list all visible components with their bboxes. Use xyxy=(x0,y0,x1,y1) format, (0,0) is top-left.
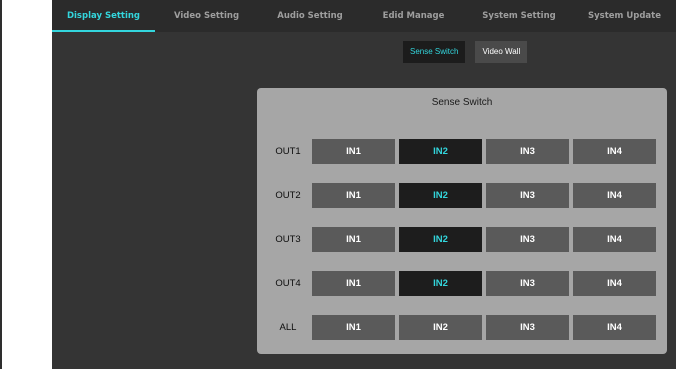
app-window: Display Setting Video Setting Audio Sett… xyxy=(52,0,676,369)
input-button-in2[interactable]: IN2 xyxy=(399,183,482,208)
input-button-in3[interactable]: IN3 xyxy=(486,271,569,296)
output-row-out1: OUT1 IN1 IN2 IN3 IN4 xyxy=(257,139,667,164)
input-button-in4[interactable]: IN4 xyxy=(573,183,656,208)
input-button-in3[interactable]: IN3 xyxy=(486,315,569,340)
input-button-in3[interactable]: IN3 xyxy=(486,139,569,164)
tab-audio-setting[interactable]: Audio Setting xyxy=(258,0,362,32)
tab-video-setting[interactable]: Video Setting xyxy=(155,0,258,32)
main-tab-bar: Display Setting Video Setting Audio Sett… xyxy=(52,0,676,32)
output-row-out2: OUT2 IN1 IN2 IN3 IN4 xyxy=(257,183,667,208)
output-row-all: ALL IN1 IN2 IN3 IN4 xyxy=(257,315,667,340)
output-label: OUT2 xyxy=(275,190,301,201)
input-button-in1[interactable]: IN1 xyxy=(312,139,395,164)
input-button-in1[interactable]: IN1 xyxy=(312,183,395,208)
output-label: OUT1 xyxy=(275,146,301,157)
output-row-out3: OUT3 IN1 IN2 IN3 IN4 xyxy=(257,227,667,252)
input-button-in4[interactable]: IN4 xyxy=(573,227,656,252)
window-edge xyxy=(0,0,2,369)
input-button-in1[interactable]: IN1 xyxy=(312,271,395,296)
tab-system-setting[interactable]: System Setting xyxy=(465,0,573,32)
input-button-in4[interactable]: IN4 xyxy=(573,139,656,164)
input-button-in2[interactable]: IN2 xyxy=(399,139,482,164)
input-button-in2[interactable]: IN2 xyxy=(399,227,482,252)
input-button-in3[interactable]: IN3 xyxy=(486,183,569,208)
panel-title: Sense Switch xyxy=(431,97,493,108)
input-button-in1[interactable]: IN1 xyxy=(312,227,395,252)
input-button-in3[interactable]: IN3 xyxy=(486,227,569,252)
tab-edid-manage[interactable]: Edid Manage xyxy=(362,0,465,32)
tab-system-update[interactable]: System Update xyxy=(573,0,676,32)
output-label: ALL xyxy=(279,322,297,333)
output-label: OUT4 xyxy=(275,278,301,289)
subtab-video-wall[interactable]: Video Wall xyxy=(475,41,528,63)
sub-tab-bar: Sense Switch Video Wall xyxy=(403,41,528,63)
input-button-in4[interactable]: IN4 xyxy=(573,271,656,296)
input-button-in2[interactable]: IN2 xyxy=(399,271,482,296)
input-button-in2[interactable]: IN2 xyxy=(399,315,482,340)
subtab-sense-switch[interactable]: Sense Switch xyxy=(403,41,466,63)
output-label: OUT3 xyxy=(275,234,301,245)
tab-display-setting[interactable]: Display Setting xyxy=(52,0,155,32)
input-button-in4[interactable]: IN4 xyxy=(573,315,656,340)
input-button-in1[interactable]: IN1 xyxy=(312,315,395,340)
output-row-out4: OUT4 IN1 IN2 IN3 IN4 xyxy=(257,271,667,296)
sense-switch-panel: Sense Switch OUT1 IN1 IN2 IN3 IN4 OUT2 I… xyxy=(257,88,667,354)
